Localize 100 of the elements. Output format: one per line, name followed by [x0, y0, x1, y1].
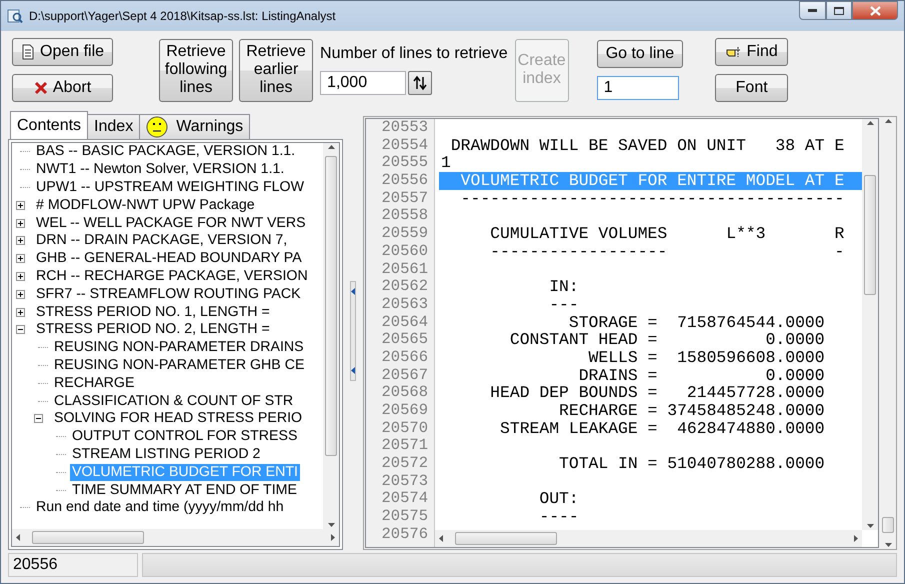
- scroll-up-icon: [884, 119, 892, 123]
- expand-icon[interactable]: [16, 200, 25, 210]
- listing-line: ---------------------------------------: [460, 190, 844, 208]
- vertical-scrollbar[interactable]: [323, 143, 339, 529]
- expand-icon[interactable]: [16, 254, 25, 264]
- tree-item[interactable]: STREAM LISTING PERIOD 2: [70, 446, 262, 463]
- listing-line: ----: [538, 508, 579, 526]
- tree-item[interactable]: WEL -- WELL PACKAGE FOR NWT VERS: [34, 214, 308, 232]
- cross-icon: [34, 81, 48, 95]
- scroll-down-icon: [866, 524, 874, 528]
- tree-item[interactable]: OUTPUT CONTROL FOR STRESS: [70, 428, 300, 446]
- line-number: 20557: [380, 190, 429, 208]
- tree-item[interactable]: SFR7 -- STREAMFLOW ROUTING PACK: [34, 286, 303, 303]
- window-title: D:\support\Yager\Sept 4 2018\Kitsap-ss.lst: ListingAnalyst: [29, 9, 337, 23]
- line-number: 20568: [380, 384, 429, 402]
- tab[interactable]: Contents: [10, 111, 88, 139]
- listing-line: VOLUMETRIC BUDGET FOR ENTIRE MODEL AT E: [460, 172, 844, 190]
- expand-icon[interactable]: [16, 290, 25, 299]
- open-file-button[interactable]: Open file: [12, 38, 114, 66]
- tree-item[interactable]: REUSING NON-PARAMETER DRAINS: [52, 339, 306, 356]
- tree-item[interactable]: RECHARGE: [52, 374, 136, 392]
- line-number: 20576: [380, 526, 429, 544]
- tree-item[interactable]: Run end date and time (yyyy/mm/dd hh: [34, 499, 286, 516]
- line-number: 20567: [380, 366, 429, 384]
- line-number: 20558: [380, 207, 429, 226]
- tree-item[interactable]: # MODFLOW-NWT UPW Package: [34, 196, 257, 214]
- lines-to-retrieve-field[interactable]: 1,000: [320, 71, 406, 95]
- expand-icon[interactable]: [16, 308, 25, 317]
- scroll-up-icon: [866, 121, 874, 125]
- scrollbar-thumb[interactable]: [325, 156, 337, 456]
- listing-line: DRAWDOWN WILL BE SAVED ON UNIT 38 AT E: [450, 136, 844, 154]
- tree-item[interactable]: SOLVING FOR HEAD STRESS PERIO: [52, 410, 304, 428]
- tab[interactable]: Warnings: [139, 114, 250, 139]
- splitter-handle[interactable]: [350, 280, 356, 380]
- listing-line: HEAD DEP BOUNDS = 214457728.0000: [489, 384, 825, 402]
- listing-line: 1: [441, 154, 451, 172]
- tree-item[interactable]: REUSING NON-PARAMETER GHB CE: [52, 356, 306, 374]
- tree-item[interactable]: BAS -- BASIC PACKAGE, VERSION 1.1.: [34, 143, 298, 160]
- expand-icon[interactable]: [16, 218, 25, 228]
- horizontal-scrollbar[interactable]: [435, 530, 862, 547]
- listing-line: DRAINS = 0.0000: [578, 366, 825, 384]
- listing-line: STORAGE = 7158764544.0000: [568, 314, 825, 332]
- app-icon: [7, 8, 23, 24]
- maximize-button[interactable]: [826, 1, 852, 20]
- tab[interactable]: Index: [87, 114, 140, 139]
- collapse-icon[interactable]: [16, 325, 25, 334]
- listing-line: TOTAL IN = 51040780288.0000: [558, 455, 825, 473]
- scrollbar-thumb[interactable]: [32, 531, 144, 544]
- tree-item[interactable]: STRESS PERIOD NO. 1, LENGTH =: [34, 304, 272, 321]
- vertical-scrollbar[interactable]: [880, 117, 896, 549]
- tree-item[interactable]: UPW1 -- UPSTREAM WEIGHTING FLOW: [34, 178, 306, 196]
- line-number: 20559: [380, 225, 429, 243]
- tree-item[interactable]: GHB -- GENERAL-HEAD BOUNDARY PA: [34, 250, 304, 268]
- line-number: 20553: [380, 119, 429, 137]
- tree-item[interactable]: STRESS PERIOD NO. 2, LENGTH =: [34, 321, 272, 338]
- tree-item[interactable]: TIME SUMMARY AT END OF TIME: [70, 482, 299, 499]
- go-to-line-button[interactable]: Go to line: [596, 40, 684, 68]
- scrollbar-thumb[interactable]: [864, 175, 876, 295]
- listing-line: STREAM LEAKAGE = 4628474880.0000: [499, 420, 825, 438]
- line-number: 20560: [380, 242, 429, 260]
- tree-item[interactable]: CLASSIFICATION & COUNT OF STR: [52, 392, 296, 410]
- tree-item[interactable]: DRN -- DRAIN PACKAGE, VERSION 7,: [34, 232, 290, 250]
- find-button[interactable]: Find: [715, 38, 788, 66]
- scroll-right-icon: [854, 535, 858, 542]
- line-number: 20565: [380, 331, 429, 349]
- minimize-button[interactable]: [799, 1, 826, 20]
- scrollbar-thumb[interactable]: [455, 532, 557, 545]
- close-icon: [870, 6, 880, 16]
- listing-line: CONSTANT HEAD = 0.0000: [508, 331, 825, 349]
- minimize-icon: [808, 9, 817, 12]
- line-number-field[interactable]: 1: [596, 76, 679, 100]
- expand-icon[interactable]: [16, 272, 25, 281]
- spin-button[interactable]: [408, 71, 432, 95]
- listing-line: WELLS = 1580596608.0000: [588, 348, 825, 367]
- listing-line: IN:: [548, 278, 579, 296]
- font-button[interactable]: Font: [715, 74, 788, 102]
- retrieve-earlier-button[interactable]: Retrieve earlier lines: [239, 38, 314, 102]
- line-number: 20570: [380, 420, 429, 438]
- tree-item[interactable]: NWT1 -- Newton Solver, VERSION 1.1.: [34, 161, 286, 178]
- pointing-hand-icon: [726, 46, 742, 58]
- listing-line: ---: [548, 296, 579, 314]
- vertical-scrollbar[interactable]: [862, 119, 878, 530]
- document-icon: [21, 44, 35, 60]
- abort-button[interactable]: Abort: [12, 74, 114, 102]
- scroll-down-icon: [328, 523, 334, 527]
- scrollbar-thumb[interactable]: [882, 517, 894, 533]
- expand-icon[interactable]: [16, 236, 25, 246]
- line-number: 20563: [380, 296, 429, 314]
- collapse-icon[interactable]: [34, 414, 43, 424]
- up-down-arrows-icon: [413, 75, 428, 91]
- tree-item[interactable]: RCH -- RECHARGE PACKAGE, VERSION: [34, 268, 310, 285]
- scroll-up-icon: [328, 145, 334, 149]
- line-number: 20573: [380, 472, 429, 490]
- close-button[interactable]: [852, 1, 898, 20]
- retrieve-following-button[interactable]: Retrieve following lines: [159, 38, 234, 102]
- listing-line: ------------------ -: [489, 242, 844, 260]
- status-line-number: 20556: [8, 553, 138, 577]
- line-number: 20561: [380, 260, 429, 278]
- horizontal-scrollbar[interactable]: [12, 529, 339, 546]
- line-number: 20564: [380, 314, 429, 332]
